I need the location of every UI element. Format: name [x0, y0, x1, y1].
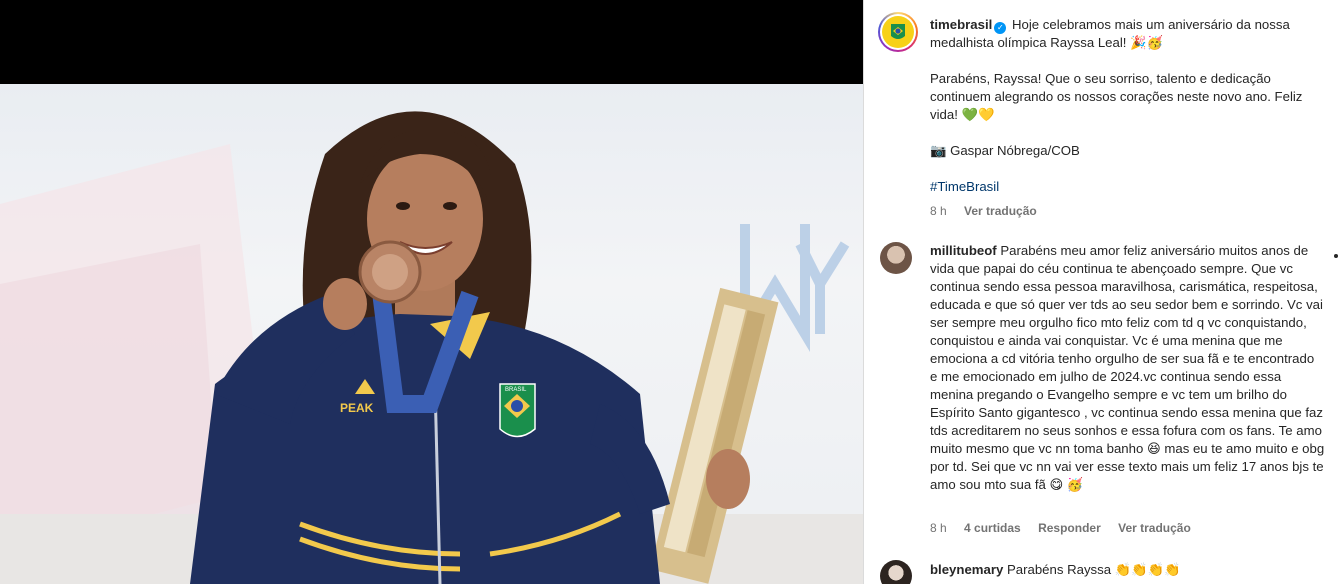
comment-translate-button[interactable]: Ver tradução — [1118, 521, 1191, 535]
comment-avatar[interactable] — [880, 242, 912, 274]
comment-username[interactable]: bleynemary — [930, 562, 1003, 577]
comment-avatar[interactable] — [880, 560, 912, 584]
verified-badge-icon: ✓ — [994, 22, 1007, 34]
post-photo: BRASIL PEAK — [0, 84, 863, 584]
jacket-brand-text: PEAK — [340, 401, 374, 415]
caption-time[interactable]: 8 h — [930, 204, 947, 218]
caption-meta: 8 h Ver tradução — [930, 204, 1051, 218]
comment-username[interactable]: millitubeof — [930, 243, 997, 258]
more-options-icon[interactable] — [1334, 254, 1338, 258]
comment-text: Parabéns Rayssa 👏👏👏👏 — [1006, 562, 1181, 577]
hashtag-link[interactable]: #TimeBrasil — [930, 178, 1325, 196]
post-media[interactable]: BRASIL PEAK — [0, 0, 863, 584]
caption-username[interactable]: timebrasil — [930, 17, 992, 32]
comment-item: bleynemary Parabéns Rayssa 👏👏👏👏 — [930, 561, 1325, 579]
comment-text: Parabéns meu amor feliz aniversário muit… — [930, 243, 1325, 492]
comment-time[interactable]: 8 h — [930, 521, 947, 535]
athlete-photo-illustration: BRASIL PEAK — [0, 111, 863, 584]
caption-translate-button[interactable]: Ver tradução — [964, 204, 1037, 218]
badge-text: BRASIL — [505, 387, 527, 393]
comment-likes[interactable]: 4 curtidas — [964, 521, 1021, 535]
caption-line-3: 📷 Gaspar Nóbrega/COB — [930, 143, 1080, 158]
reply-button[interactable]: Responder — [1038, 521, 1101, 535]
caption-line-2: Parabéns, Rayssa! Que o seu sorriso, tal… — [930, 71, 1303, 122]
post-caption: timebrasil ✓ Hoje celebramos mais um aniv… — [930, 16, 1325, 196]
author-avatar[interactable] — [878, 12, 918, 52]
comments-panel: timebrasil ✓ Hoje celebramos mais um aniv… — [863, 0, 1338, 584]
comment-meta: 8 h 4 curtidas Responder Ver tradução — [930, 521, 1205, 535]
comment-item: millitubeof Parabéns meu amor feliz aniv… — [930, 242, 1325, 494]
brazil-team-logo-icon — [882, 16, 914, 48]
